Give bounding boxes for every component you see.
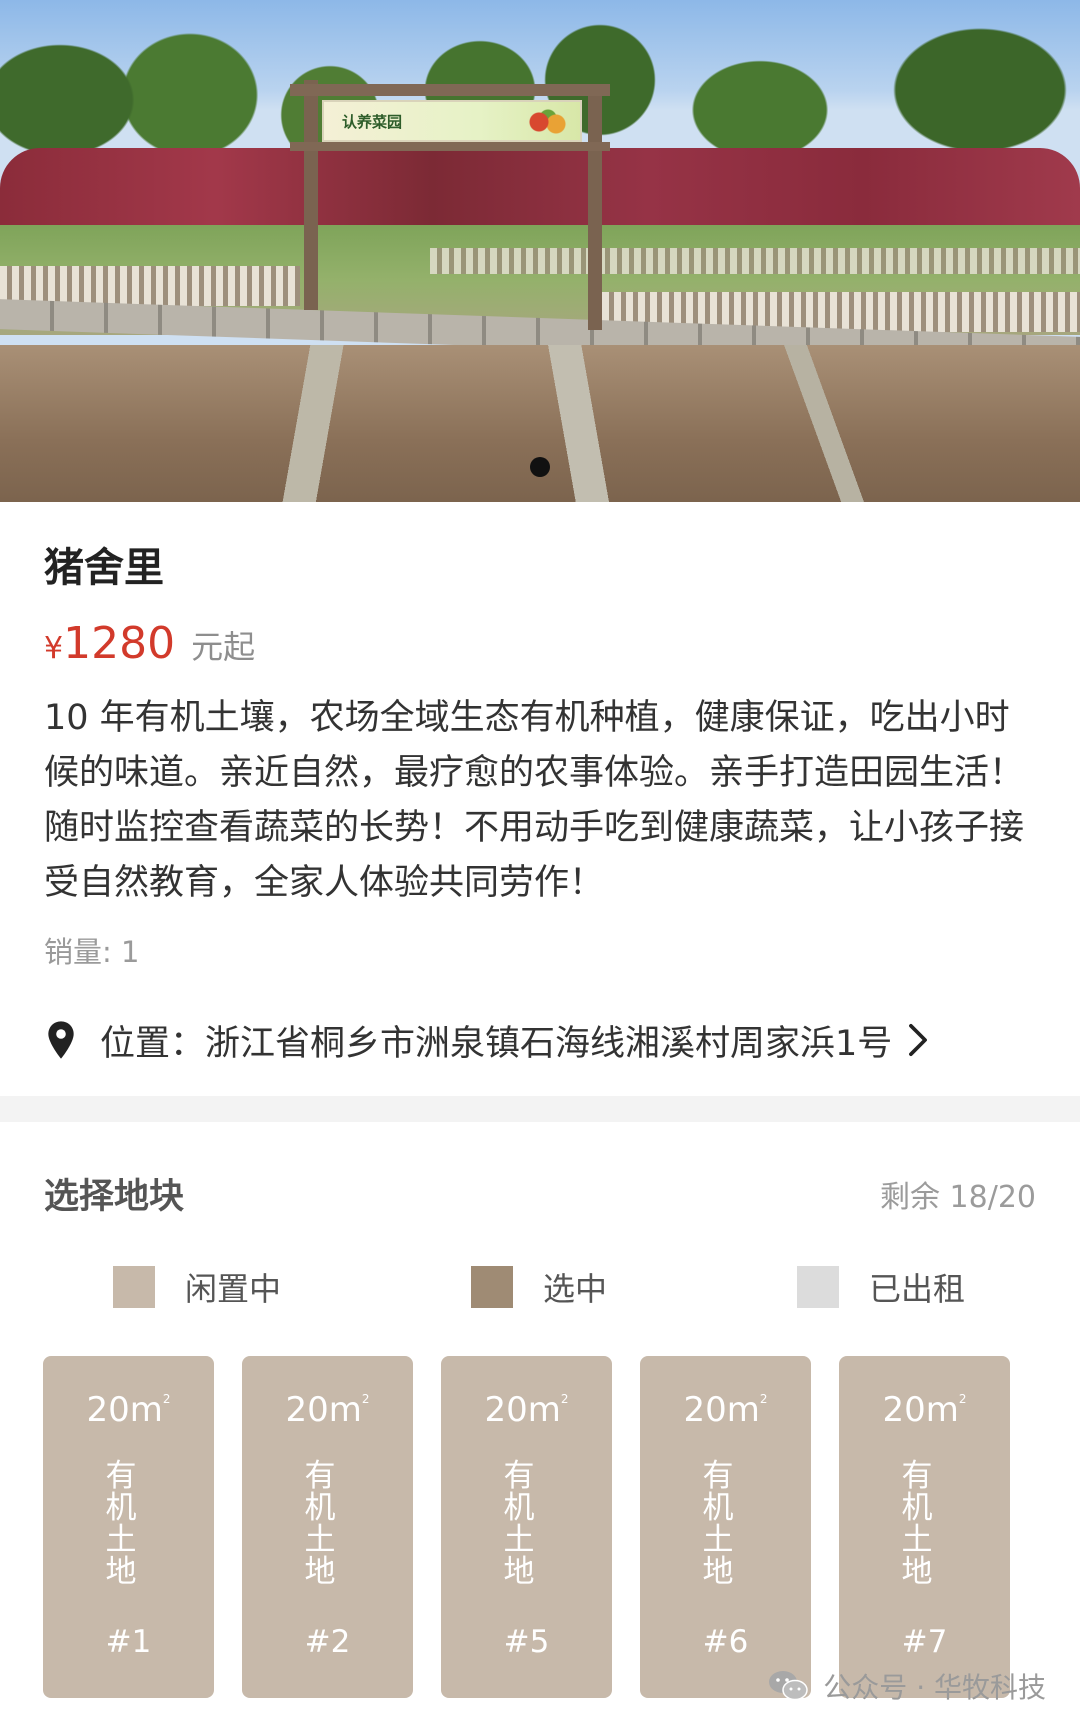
farm-banner-image[interactable]: 认养菜园 [0, 0, 1080, 502]
gate-beam-bottom [290, 142, 610, 151]
plot-type: 有机土地 [702, 1458, 734, 1590]
legend-idle-label: 闲置中 [185, 1270, 282, 1308]
fence-back [430, 248, 1080, 274]
plot-area: 20m2 [882, 1390, 967, 1430]
farm-sign: 认养菜园 [322, 100, 582, 142]
plot-card[interactable]: 20m2 有机土地 #7 [839, 1356, 1010, 1698]
soil-plots [0, 345, 1080, 502]
legend-idle: 闲置中 [113, 1264, 281, 1310]
watermark: 公众号 · 华牧科技 [767, 1666, 1046, 1706]
legend-selected-label: 选中 [543, 1270, 608, 1308]
plot-area: 20m2 [285, 1390, 370, 1430]
plot-type: 有机土地 [304, 1458, 336, 1590]
location-pin-icon [48, 1021, 74, 1059]
price-row: ¥ 1280 元起 [44, 618, 255, 669]
plot-type: 有机土地 [503, 1458, 535, 1590]
legend-idle-swatch [113, 1266, 155, 1308]
plot-card[interactable]: 20m2 有机土地 #5 [441, 1356, 612, 1698]
chevron-right-icon [909, 1023, 928, 1057]
plot-card[interactable]: 20m2 有机土地 #6 [640, 1356, 811, 1698]
plot-card[interactable]: 20m2 有机土地 #1 [43, 1356, 214, 1698]
plot-number: #2 [304, 1624, 351, 1660]
watermark-text: 公众号 · 华牧科技 [823, 1671, 1046, 1704]
gate-post-left [304, 80, 318, 310]
plot-grid: 20m2 有机土地 #1 20m2 有机土地 #2 20m2 有机土地 #5 2… [43, 1356, 1038, 1698]
location-row[interactable]: 位置：浙江省桐乡市洲泉镇石海线湘溪村周家浜1号 [44, 1015, 930, 1065]
location-text: 位置：浙江省桐乡市洲泉镇石海线湘溪村周家浜1号 [100, 1023, 893, 1064]
vegetable-icon [524, 108, 570, 136]
section-divider [0, 1096, 1080, 1122]
legend-selected: 选中 [471, 1264, 607, 1310]
carousel-indicator-dot[interactable] [530, 457, 550, 477]
plot-type: 有机土地 [901, 1458, 933, 1590]
plot-number: #6 [702, 1624, 749, 1660]
price-currency: ¥ [44, 631, 64, 666]
remaining-count: 剩余 18/20 [880, 1180, 1036, 1215]
plot-card[interactable]: 20m2 有机土地 #2 [242, 1356, 413, 1698]
plot-area: 20m2 [86, 1390, 171, 1430]
plot-section-title: 选择地块 [44, 1177, 185, 1217]
gate-beam-top [290, 84, 610, 96]
plot-area: 20m2 [683, 1390, 768, 1430]
plot-number: #7 [901, 1624, 948, 1660]
plot-number: #5 [503, 1624, 550, 1660]
farm-sign-text: 认养菜园 [342, 112, 403, 131]
plot-area: 20m2 [484, 1390, 569, 1430]
product-description: 10 年有机土壤，农场全域生态有机种植，健康保证，吃出小时候的味道。亲近自然，最… [44, 698, 1025, 903]
plot-number: #1 [105, 1624, 152, 1660]
gate-post-right [588, 86, 602, 330]
legend-selected-swatch [471, 1266, 513, 1308]
legend-rented: 已出租 [797, 1264, 965, 1310]
legend-rented-swatch [797, 1266, 839, 1308]
price-unit: 元起 [191, 628, 256, 666]
price-value: 1280 [63, 618, 176, 669]
plot-type: 有机土地 [105, 1458, 137, 1590]
sales-count: 销量: 1 [44, 935, 140, 969]
wechat-icon [769, 1671, 809, 1701]
page-title: 猪舍里 [44, 545, 164, 591]
legend-rented-label: 已出租 [869, 1270, 966, 1308]
